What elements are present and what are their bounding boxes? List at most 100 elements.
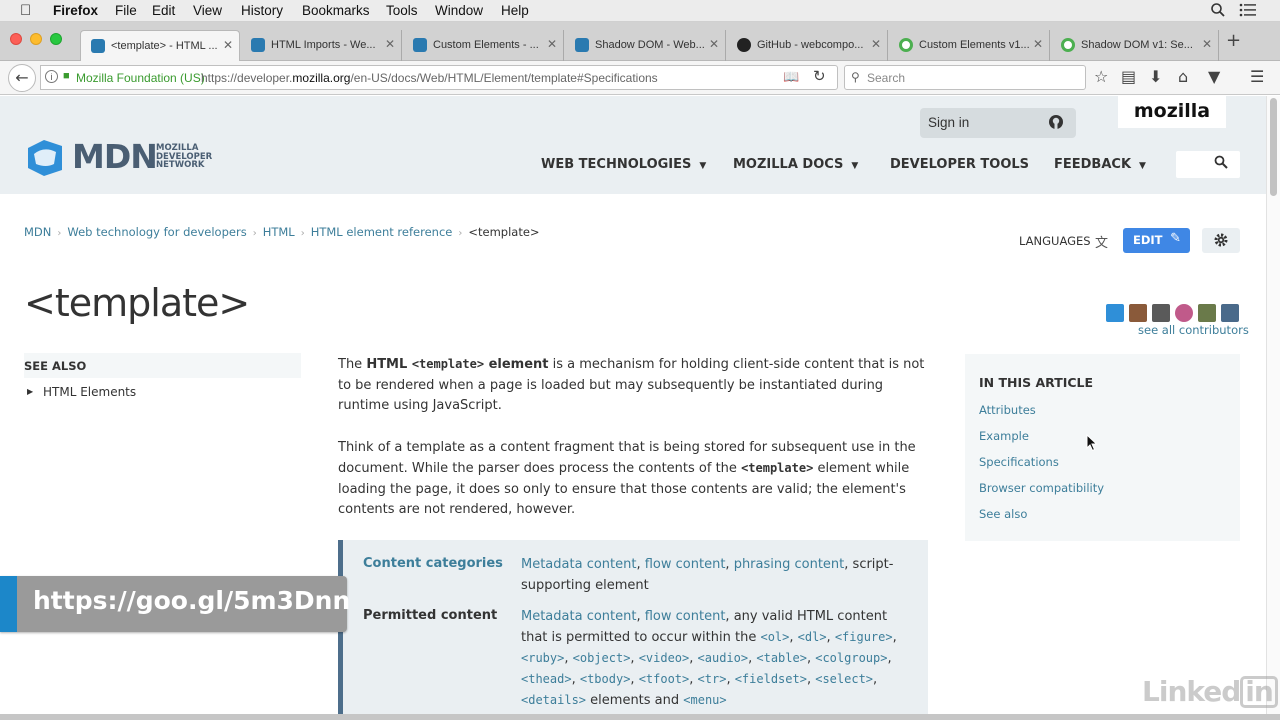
tab-custom-elements-v1[interactable]: Custom Elements v1... ✕ bbox=[889, 30, 1050, 61]
menu-view[interactable]: View bbox=[193, 3, 222, 18]
toc-item-attributes[interactable]: Attributes bbox=[979, 403, 1036, 417]
menu-app-firefox[interactable]: Firefox bbox=[53, 3, 98, 18]
languages-button[interactable]: LANGUAGES 文 bbox=[1019, 234, 1108, 251]
tab-custom-elements[interactable]: Custom Elements - ... ✕ bbox=[403, 30, 564, 61]
nav-mozilla-docs[interactable]: MOZILLA DOCS ▼ bbox=[733, 157, 858, 172]
url-bar[interactable]: i ■ Mozilla Foundation (US) https://deve… bbox=[40, 65, 838, 90]
url-text[interactable]: https://developer.mozilla.org/en-US/docs… bbox=[201, 71, 658, 85]
back-arrow-icon[interactable]: ← bbox=[8, 64, 36, 92]
tab-github[interactable]: GitHub - webcompo... ✕ bbox=[727, 30, 888, 61]
tab-close-icon[interactable]: ✕ bbox=[223, 38, 233, 52]
see-all-contributors-link[interactable]: see all contributors bbox=[1138, 323, 1249, 337]
breadcrumb-element-reference[interactable]: HTML element reference bbox=[311, 225, 453, 239]
settings-button[interactable] bbox=[1202, 228, 1240, 253]
breadcrumb-current: <template> bbox=[468, 225, 540, 239]
tab-shadow-dom[interactable]: Shadow DOM - Web... ✕ bbox=[565, 30, 726, 61]
tab-html-imports[interactable]: HTML Imports - We... ✕ bbox=[241, 30, 402, 61]
mozilla-wordmark[interactable]: mozilla bbox=[1118, 96, 1226, 128]
code-link[interactable]: <tbody> bbox=[580, 672, 631, 686]
site-info-icon[interactable]: i bbox=[45, 70, 58, 83]
window-minimize-button[interactable] bbox=[30, 33, 42, 45]
nav-web-technologies[interactable]: WEB TECHNOLOGIES ▼ bbox=[541, 157, 706, 172]
avatar[interactable] bbox=[1152, 304, 1170, 322]
hamburger-menu-icon[interactable]: ☰ bbox=[1250, 67, 1264, 86]
flow-content-link[interactable]: flow content bbox=[645, 609, 726, 624]
content-categories-link[interactable]: Content categories bbox=[363, 556, 503, 571]
code-link[interactable]: <colgroup> bbox=[815, 651, 887, 665]
menu-history[interactable]: History bbox=[241, 3, 283, 18]
home-icon[interactable]: ⌂ bbox=[1178, 67, 1188, 86]
tab-shadow-dom-v1[interactable]: Shadow DOM v1: Se... ✕ bbox=[1051, 30, 1219, 61]
code-link[interactable]: <details> bbox=[521, 693, 586, 707]
tab-template[interactable]: <template> - HTML ... ✕ bbox=[80, 30, 240, 61]
menu-window[interactable]: Window bbox=[435, 3, 483, 18]
library-icon[interactable]: ▤ bbox=[1121, 67, 1136, 86]
code-link[interactable]: <menu> bbox=[683, 693, 726, 707]
tab-close-icon[interactable]: ✕ bbox=[871, 37, 881, 51]
breadcrumb-mdn[interactable]: MDN bbox=[24, 225, 51, 239]
code-link[interactable]: <audio> bbox=[698, 651, 749, 665]
spotlight-icon[interactable] bbox=[1210, 2, 1226, 18]
code-link[interactable]: <select> bbox=[815, 672, 873, 686]
tab-close-icon[interactable]: ✕ bbox=[1202, 37, 1212, 51]
tab-close-icon[interactable]: ✕ bbox=[709, 37, 719, 51]
notification-center-icon[interactable] bbox=[1239, 2, 1257, 18]
phrasing-content-link[interactable]: phrasing content bbox=[734, 557, 845, 572]
translate-icon: 文 bbox=[1095, 236, 1109, 251]
code-link[interactable]: <object> bbox=[573, 651, 631, 665]
code-link[interactable]: <dl> bbox=[798, 630, 827, 644]
code-link[interactable]: <ol> bbox=[760, 630, 789, 644]
avatar[interactable] bbox=[1129, 304, 1147, 322]
reader-view-icon[interactable]: 📖 bbox=[783, 69, 799, 85]
metadata-content-link[interactable]: Metadata content bbox=[521, 609, 636, 624]
tab-close-icon[interactable]: ✕ bbox=[385, 37, 395, 51]
avatar[interactable] bbox=[1221, 304, 1239, 322]
toc-item-see-also[interactable]: See also bbox=[979, 507, 1027, 521]
metadata-content-link[interactable]: Metadata content bbox=[521, 557, 636, 572]
code-link[interactable]: <tr> bbox=[698, 672, 727, 686]
new-tab-plus-icon[interactable]: + bbox=[1226, 30, 1241, 51]
edit-button[interactable]: EDIT ✎ bbox=[1123, 228, 1190, 253]
text: The bbox=[338, 357, 367, 372]
code-link[interactable]: <tfoot> bbox=[639, 672, 690, 686]
downloads-icon[interactable]: ⬇ bbox=[1149, 67, 1162, 86]
code-link[interactable]: <fieldset> bbox=[735, 672, 807, 686]
reload-icon[interactable]: ↻ bbox=[813, 67, 826, 85]
caret-down-icon: ▼ bbox=[1139, 161, 1146, 171]
toc-item-example[interactable]: Example bbox=[979, 429, 1029, 443]
tab-close-icon[interactable]: ✕ bbox=[1033, 37, 1043, 51]
breadcrumb-web-tech[interactable]: Web technology for developers bbox=[67, 225, 246, 239]
menu-help[interactable]: Help bbox=[501, 3, 529, 18]
breadcrumb-html[interactable]: HTML bbox=[263, 225, 295, 239]
search-input[interactable]: ⚲ Search bbox=[844, 65, 1086, 90]
menu-bookmarks[interactable]: Bookmarks bbox=[302, 3, 370, 18]
code-link[interactable]: <table> bbox=[756, 651, 807, 665]
apple-menu-icon[interactable]:  bbox=[20, 2, 31, 19]
sign-in-button[interactable]: Sign in bbox=[920, 108, 1076, 138]
bookmark-star-icon[interactable]: ☆ bbox=[1094, 67, 1108, 86]
avatar[interactable] bbox=[1106, 304, 1124, 322]
nav-developer-tools[interactable]: DEVELOPER TOOLS bbox=[890, 157, 1029, 172]
code-link[interactable]: <ruby> bbox=[521, 651, 564, 665]
window-close-button[interactable] bbox=[10, 33, 22, 45]
toc-item-browser-compatibility[interactable]: Browser compatibility bbox=[979, 481, 1104, 495]
code-link[interactable]: <figure> bbox=[835, 630, 893, 644]
toc-item-specifications[interactable]: Specifications bbox=[979, 455, 1059, 469]
scrollbar-thumb[interactable] bbox=[1270, 98, 1277, 196]
avatar[interactable] bbox=[1198, 304, 1216, 322]
avatar[interactable] bbox=[1175, 304, 1193, 322]
tab-close-icon[interactable]: ✕ bbox=[547, 37, 557, 51]
site-search-input[interactable] bbox=[1176, 151, 1240, 178]
window-zoom-button[interactable] bbox=[50, 33, 62, 45]
macos-menubar:  Firefox File Edit View History Bookmar… bbox=[0, 0, 1280, 22]
code-link[interactable]: <thead> bbox=[521, 672, 572, 686]
menu-tools[interactable]: Tools bbox=[386, 3, 418, 18]
pocket-icon[interactable]: ▼ bbox=[1208, 67, 1220, 86]
flow-content-link[interactable]: flow content bbox=[645, 557, 726, 572]
logo-text: MDN bbox=[72, 137, 158, 176]
menu-file[interactable]: File bbox=[115, 3, 137, 18]
page-scrollbar[interactable] bbox=[1266, 96, 1280, 720]
nav-feedback[interactable]: FEEDBACK ▼ bbox=[1054, 157, 1146, 172]
code-link[interactable]: <video> bbox=[639, 651, 690, 665]
menu-edit[interactable]: Edit bbox=[152, 3, 175, 18]
